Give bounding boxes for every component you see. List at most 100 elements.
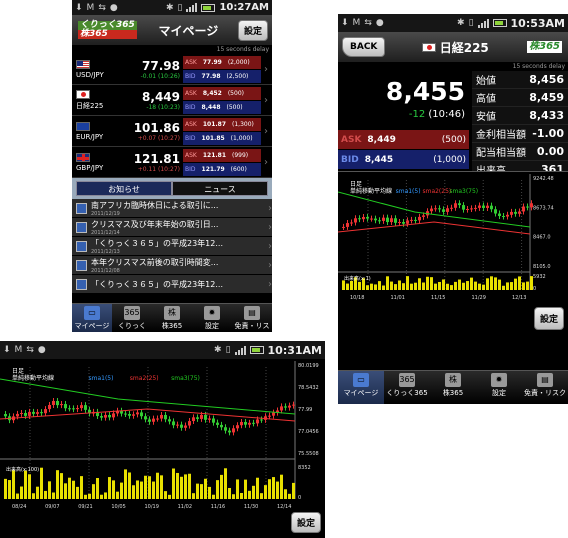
volume-bar	[172, 468, 175, 499]
stat-row: 高値 8,459	[472, 89, 568, 107]
volume-bar	[152, 481, 155, 499]
nav-item[interactable]: ✹ 設定	[192, 304, 232, 332]
news-item[interactable]: 「くりっく３６５」の平成23年12... ›	[72, 275, 272, 294]
candle	[84, 405, 87, 410]
volume-bar	[252, 485, 255, 499]
x-axis-label: 08/24	[12, 504, 26, 510]
candle	[220, 424, 223, 428]
volume-bar	[148, 476, 151, 499]
stat-label: 金利相当額	[476, 130, 526, 141]
volume-bar	[394, 284, 397, 290]
volume-bar	[100, 494, 103, 499]
news-title: 本年クリスマス前後の取引時間変...	[91, 257, 219, 267]
settings-button[interactable]: 設定	[237, 19, 268, 41]
nav-item[interactable]: 365 くりっく365	[112, 304, 152, 332]
volume-bar	[454, 281, 457, 290]
tab-notice[interactable]: お知らせ	[76, 181, 172, 196]
volume-bar	[88, 493, 91, 499]
volume-bar	[462, 282, 465, 290]
settings-button[interactable]: 設定	[290, 512, 321, 533]
quote-panel: 8,455 -12 (10:46) ASK 8,449 (500) BID 8,…	[338, 71, 568, 179]
y-axis-label: 5932	[533, 274, 546, 280]
volume-bar	[24, 470, 27, 499]
news-item[interactable]: 南アフリカ臨時休日による取引に... 2011/12/19 ›	[72, 199, 272, 218]
volume-bar	[192, 493, 195, 499]
candle	[370, 218, 373, 220]
candle	[256, 419, 259, 424]
ask-quote[interactable]: ASK 8,449 (500)	[338, 130, 469, 149]
candle	[248, 422, 251, 425]
back-button[interactable]: BACK	[342, 37, 386, 57]
quote-row[interactable]: USD/JPY 77.98 -0.01 (10:26) ASK 77.99 (2,000)…	[72, 54, 272, 85]
nav-label: くりっく365	[118, 322, 146, 332]
candle	[56, 400, 59, 406]
volume-bar	[64, 483, 67, 499]
stat-row: 金利相当額 -1.00	[472, 125, 568, 143]
android-icon: ●	[37, 345, 46, 355]
news-title: クリスマス及び年末年始の取引日...	[91, 219, 219, 229]
candle	[414, 219, 417, 221]
bid-quote[interactable]: BID 8,445 (1,000)	[338, 150, 469, 169]
nav-item[interactable]: ▤ 免責・リスク	[522, 371, 568, 404]
volume-bar	[410, 283, 413, 290]
candle	[132, 414, 135, 416]
candle	[438, 208, 441, 210]
volume-bar	[232, 494, 235, 499]
volume-bar	[466, 281, 469, 290]
volume-bar	[382, 285, 385, 290]
volume-bar	[8, 480, 11, 499]
volume-bar	[442, 279, 445, 290]
candle	[152, 418, 155, 422]
news-item[interactable]: 「くりっく３６５」の平成23年12... 2011/12/13 ›	[72, 237, 272, 256]
candle	[506, 214, 509, 217]
click365-icon: 365	[124, 306, 140, 320]
volume-bar	[526, 281, 529, 290]
tab-news[interactable]: ニュース	[172, 181, 268, 196]
quote-price: 8,449	[142, 89, 180, 104]
nav-item[interactable]: 株株365	[152, 304, 192, 332]
mail-icon: M	[86, 2, 95, 13]
settings-button[interactable]: 設定	[533, 307, 564, 330]
quote-row[interactable]: GBP/JPY 121.81 +0.11 (10:27) ASK 121.81 (999)…	[72, 147, 272, 178]
candle	[64, 404, 67, 409]
candle	[36, 412, 39, 414]
nav-item[interactable]: ▭ マイページ	[338, 371, 384, 404]
clock: 10:27AM	[219, 2, 269, 13]
quote-row[interactable]: EUR/JPY 101.86 +0.07 (10:27) ASK 101.87 (1,30…	[72, 116, 272, 147]
volume-bar	[180, 476, 183, 499]
candle	[450, 207, 453, 209]
candle	[144, 416, 147, 420]
x-axis-label: 11/30	[244, 504, 258, 510]
candle	[164, 414, 167, 420]
quote-row[interactable]: 日経225 8,449 -18 (10:23) ASK 8,452 (500) BID 8,4…	[72, 85, 272, 116]
volume-bar	[108, 477, 111, 499]
candle	[272, 412, 275, 416]
nav-item[interactable]: 株株365	[430, 371, 476, 404]
volume-bar	[240, 492, 243, 499]
stat-value: -1.00	[532, 127, 564, 140]
legend-item: sma1(5)	[396, 188, 421, 195]
candle	[252, 422, 255, 424]
volume-bar	[80, 476, 83, 499]
nav-label: 免責・リスク	[234, 322, 270, 330]
stat-value: 0.00	[536, 145, 564, 158]
volume-bar	[68, 477, 71, 499]
y-axis-label: 75.5508	[298, 451, 319, 457]
nav-item[interactable]: ▤ 免責・リスク	[232, 304, 272, 332]
volume-bar	[256, 477, 259, 499]
news-item[interactable]: クリスマス及び年末年始の取引日... 2011/12/14 ›	[72, 218, 272, 237]
candle	[478, 205, 481, 208]
nav-item[interactable]: ✹ 設定	[476, 371, 522, 404]
news-item[interactable]: 本年クリスマス前後の取引時間変... 2011/12/08 ›	[72, 256, 272, 275]
volume-bar	[374, 284, 377, 290]
candle	[418, 216, 421, 221]
volume-bar	[52, 492, 55, 499]
volume-bar	[260, 493, 263, 499]
nav-item[interactable]: 365 くりっく365	[384, 371, 430, 404]
nav-item[interactable]: ▭ マイページ	[72, 304, 112, 332]
candle	[60, 404, 63, 406]
ask-row: ASK 8,452 (500)	[183, 86, 261, 100]
status-bar: ⬇ M ⇆ ● ✱ ▯ 10:27AM	[72, 0, 272, 15]
y-axis-label: 77.99	[298, 407, 312, 413]
candle	[172, 421, 175, 426]
